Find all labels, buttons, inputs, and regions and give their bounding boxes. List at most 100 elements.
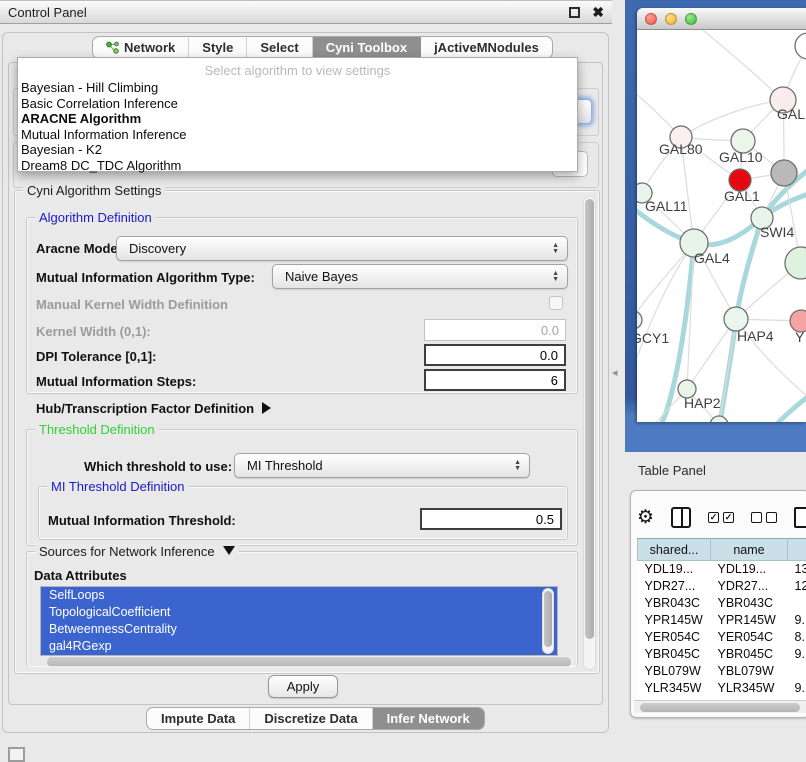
tab-network[interactable]: Network	[93, 37, 189, 58]
table-cell[interactable]: YPR145W	[711, 612, 788, 629]
table-cell[interactable]: YDR27...	[638, 578, 711, 595]
column-layout-icon[interactable]	[671, 507, 691, 528]
table-cell[interactable]: YDR27...	[711, 578, 788, 595]
table-cell[interactable]: 9.	[788, 612, 806, 629]
table-cell[interactable]: YDL19...	[638, 561, 711, 578]
aracne-mode-label: Aracne Mode:	[36, 241, 122, 256]
table-cell[interactable]: 12	[788, 578, 806, 595]
export-table-icon[interactable]	[794, 507, 806, 528]
table-cell[interactable]: 13	[788, 561, 806, 578]
control-panel-tabbar: Network Style Select Cyni Toolbox jActiv…	[92, 36, 553, 59]
window-zoom-icon[interactable]	[685, 13, 697, 25]
cyni-algorithm-settings-title: Cyni Algorithm Settings	[23, 183, 165, 198]
collapse-down-icon	[223, 546, 235, 555]
settings-vertical-scrollbar[interactable]	[583, 196, 596, 670]
table-cell[interactable]: YBR045C	[711, 646, 788, 663]
collapsed-panel-icon[interactable]	[8, 747, 25, 762]
table-cell[interactable]: YER054C	[638, 629, 711, 646]
algorithm-option[interactable]: Basic Correlation Inference	[18, 96, 577, 112]
data-attribute-item[interactable]: SelfLoops	[41, 587, 557, 604]
algorithm-option[interactable]: Bayesian - K2	[18, 142, 577, 158]
table-row[interactable]: YDR27...YDR27...12	[638, 578, 806, 595]
column-header-cut[interactable]	[788, 539, 806, 561]
table-row[interactable]: YLR345WYLR345W9.	[638, 680, 806, 697]
window-minimize-icon[interactable]	[665, 13, 677, 25]
table-cell[interactable]: 8.	[788, 629, 806, 646]
table-header-row[interactable]: shared... name	[638, 539, 806, 561]
window-close-icon[interactable]	[645, 13, 657, 25]
table-cell[interactable]: YLR345W	[638, 680, 711, 697]
combo-stepper-icon: ▲▼	[514, 460, 521, 472]
network-window-titlebar	[637, 8, 806, 30]
column-header-shared-name[interactable]: shared...	[638, 539, 711, 561]
table-row[interactable]: YDL19...YDL19...13	[638, 561, 806, 578]
table-cell[interactable]	[788, 595, 806, 612]
table-cell[interactable]: YBL079W	[638, 663, 711, 680]
table-row[interactable]: YBL079WYBL079W	[638, 663, 806, 680]
table-cell[interactable]	[788, 663, 806, 680]
table-cell[interactable]: YPR145W	[638, 612, 711, 629]
mi-algorithm-type-combo[interactable]: Naive Bayes ▲▼	[272, 264, 568, 289]
network-node-gcy1[interactable]	[637, 311, 642, 329]
table-cell[interactable]: 9.	[788, 680, 806, 697]
table-row[interactable]: YPR145WYPR145W9.	[638, 612, 806, 629]
mi-steps-label: Mutual Information Steps:	[36, 374, 196, 389]
which-threshold-combo[interactable]: MI Threshold ▲▼	[234, 453, 530, 478]
tab-style[interactable]: Style	[189, 37, 247, 58]
table-cell[interactable]: 9.	[788, 646, 806, 663]
table-cell[interactable]: YDL19...	[711, 561, 788, 578]
column-header-name[interactable]: name	[711, 539, 788, 561]
sources-group-title[interactable]: Sources for Network Inference	[35, 544, 239, 559]
tab-impute-data[interactable]: Impute Data	[147, 708, 250, 729]
mi-steps-field[interactable]	[424, 369, 566, 391]
attributes-list-scrollbar[interactable]	[542, 588, 554, 654]
panel-divider-collapse-icon[interactable]: ◂	[612, 366, 618, 379]
tab-select[interactable]: Select	[247, 37, 312, 58]
table-horizontal-scrollbar-thumb[interactable]	[640, 703, 800, 712]
aracne-mode-combo[interactable]: Discovery ▲▼	[116, 236, 568, 261]
tab-discretize-data[interactable]: Discretize Data	[250, 708, 372, 729]
network-canvas[interactable]: GALGAL80GAL10GAL1GAL11SWI4GAL4GCY1HAP4YH…	[637, 30, 806, 422]
tab-infer-network[interactable]: Infer Network	[373, 708, 484, 729]
data-attribute-item[interactable]: TopologicalCoefficient	[41, 604, 557, 621]
table-cell[interactable]: YBR043C	[638, 595, 711, 612]
data-attribute-item[interactable]: BetweennessCentrality	[41, 621, 557, 638]
dpi-tolerance-field[interactable]	[424, 344, 566, 366]
hub-definition-toggle[interactable]: Hub/Transcription Factor Definition	[36, 401, 271, 416]
table-cell[interactable]: YLR345W	[711, 680, 788, 697]
table-settings-gear-icon[interactable]: ⚙	[637, 508, 654, 527]
combo-stepper-icon: ▲▼	[552, 271, 559, 283]
table-cell[interactable]: YER054C	[711, 629, 788, 646]
table-cell[interactable]: YBR043C	[711, 595, 788, 612]
deselect-all-columns-icon[interactable]	[751, 512, 777, 523]
tab-jactivemnodules[interactable]: jActiveMNodules	[421, 37, 552, 58]
algorithm-option[interactable]: ARACNE Algorithm	[18, 111, 577, 127]
network-node[interactable]	[795, 33, 806, 59]
network-node-label: GAL1	[724, 188, 760, 204]
algorithm-option[interactable]: Bayesian - Hill Climbing	[18, 80, 577, 96]
network-node[interactable]	[771, 160, 797, 186]
algorithm-option[interactable]: Mutual Information Inference	[18, 127, 577, 143]
table-cell[interactable]: YBR045C	[638, 646, 711, 663]
table-cell[interactable]: YBL079W	[711, 663, 788, 680]
kernel-width-field[interactable]	[424, 319, 566, 341]
settings-vertical-scrollbar-thumb[interactable]	[585, 199, 594, 639]
select-all-columns-icon[interactable]: ✓✓	[708, 512, 734, 523]
table-horizontal-scrollbar[interactable]	[634, 700, 806, 713]
data-attribute-item[interactable]: gal4RGexp	[41, 638, 557, 655]
close-panel-icon[interactable]: ✖	[592, 7, 604, 18]
table-row[interactable]: YBR043CYBR043C	[638, 595, 806, 612]
network-node-label: HAP4	[737, 328, 774, 344]
apply-button[interactable]: Apply	[268, 675, 338, 698]
tab-cyni-toolbox[interactable]: Cyni Toolbox	[313, 37, 421, 58]
mi-threshold-field[interactable]	[420, 508, 562, 530]
table-row[interactable]: YBR045CYBR045C9.	[638, 646, 806, 663]
float-panel-icon[interactable]	[569, 7, 580, 18]
network-node-label: GAL11	[645, 198, 688, 214]
network-node-label: Y	[795, 329, 805, 345]
network-view-window: GALGAL80GAL10GAL1GAL11SWI4GAL4GCY1HAP4YH…	[637, 8, 806, 422]
attributes-list-scrollbar-thumb[interactable]	[544, 591, 552, 647]
algorithm-option[interactable]: Dream8 DC_TDC Algorithm	[18, 158, 577, 174]
table-row[interactable]: YER054CYER054C8.	[638, 629, 806, 646]
manual-kernel-width-checkbox[interactable]	[549, 296, 563, 310]
